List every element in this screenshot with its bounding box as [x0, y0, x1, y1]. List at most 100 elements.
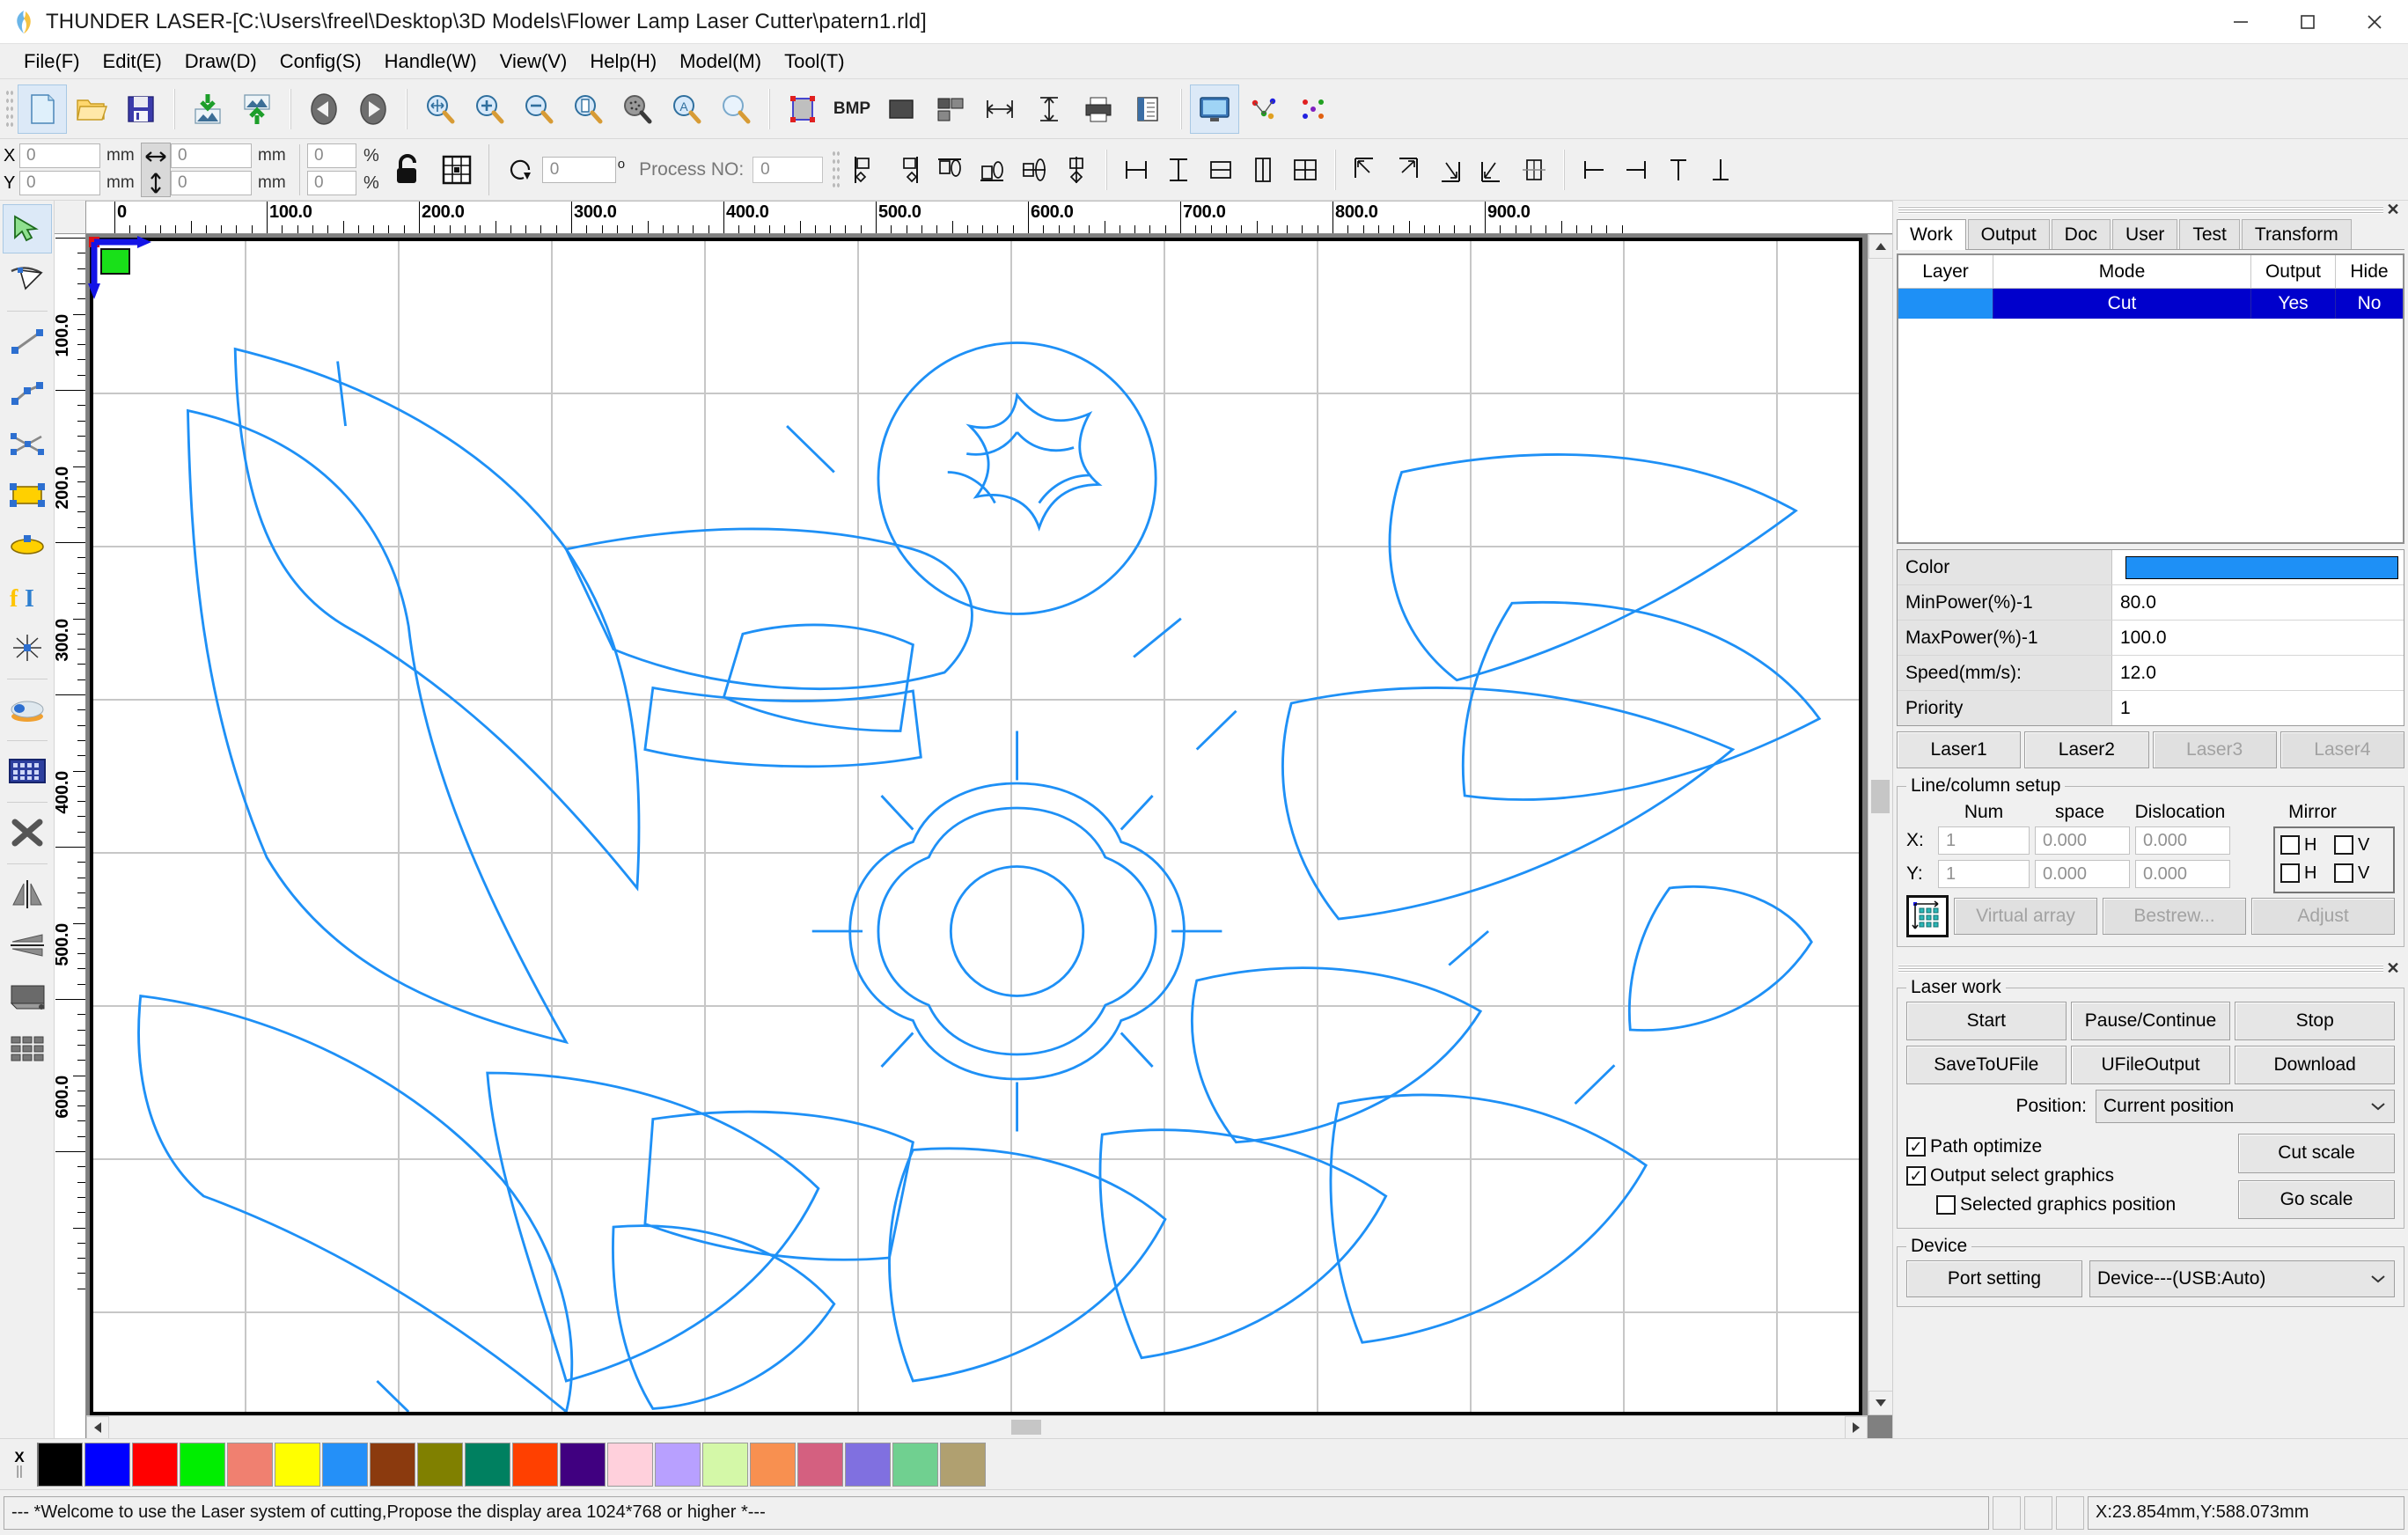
measure-horizontal-icon[interactable] — [975, 84, 1024, 134]
menu-handle[interactable]: Handle(W) — [373, 47, 488, 77]
ufile-output-button[interactable]: UFileOutput — [2070, 1046, 2231, 1084]
horizontal-scroll-track[interactable] — [109, 1416, 1845, 1438]
laser-work-panel-grip[interactable]: ✕ — [1897, 959, 2404, 977]
rotate-icon[interactable] — [500, 147, 542, 193]
new-file-icon[interactable] — [18, 84, 67, 134]
output-select-graphics-checkbox[interactable]: ✓ — [1906, 1165, 1926, 1186]
device-select[interactable]: Device---(USB:Auto) — [2089, 1260, 2395, 1297]
position-select[interactable]: Current position — [2096, 1090, 2395, 1123]
horizontal-scroll-thumb[interactable] — [1011, 1420, 1042, 1435]
dot-burst-tool[interactable] — [3, 623, 52, 672]
x-mirror-h-checkbox[interactable] — [2280, 835, 2300, 855]
origin-right-icon[interactable] — [1615, 147, 1657, 193]
property-value[interactable] — [2112, 550, 2404, 584]
height-input[interactable] — [171, 171, 252, 195]
scroll-right-icon[interactable] — [1845, 1416, 1868, 1438]
x-space-input[interactable] — [2035, 826, 2130, 855]
redo-arrow-icon[interactable] — [349, 84, 398, 134]
text-tool[interactable]: f I — [3, 572, 52, 621]
palette-swatch[interactable] — [37, 1442, 83, 1487]
table-row[interactable]: Cut Yes No — [1898, 289, 2403, 319]
laser2-button[interactable]: Laser2 — [2024, 731, 2149, 768]
close-laser-panel-icon[interactable]: ✕ — [2383, 959, 2403, 978]
scale-y-input[interactable] — [307, 171, 356, 195]
y-num-input[interactable] — [1938, 860, 2030, 888]
array-grid-tool[interactable] — [3, 746, 52, 796]
horizontal-scrollbar[interactable] — [86, 1415, 1868, 1438]
monitor-preview-icon[interactable] — [1190, 84, 1239, 134]
zoom-fit-icon[interactable] — [415, 84, 465, 134]
canvas-viewport[interactable] — [86, 234, 1892, 1438]
distribute-vertical-icon[interactable] — [1157, 147, 1200, 193]
palette-swatch[interactable] — [180, 1442, 225, 1487]
anchor-grid-icon[interactable] — [432, 145, 481, 195]
rectangle-tool[interactable] — [3, 470, 52, 519]
bounding-box-icon[interactable] — [778, 84, 827, 134]
save-to-ufile-button[interactable]: SaveToUFile — [1906, 1046, 2067, 1084]
palette-swatch[interactable] — [797, 1442, 843, 1487]
scale-x-input[interactable] — [307, 143, 356, 168]
horizontal-ruler[interactable]: 0 100.0 200.0 300.0 400.0 500.0 600.0 700.0 800.… — [86, 201, 1892, 234]
palette-swatch[interactable] — [607, 1442, 653, 1487]
tab-doc[interactable]: Doc — [2051, 219, 2111, 249]
menu-model[interactable]: Model(M) — [668, 47, 773, 77]
palette-swatch[interactable] — [417, 1442, 463, 1487]
x-mirror-v-checkbox[interactable] — [2334, 835, 2353, 855]
zoom-out-icon[interactable] — [514, 84, 563, 134]
bezier-tool[interactable] — [3, 419, 52, 468]
width-input[interactable] — [171, 143, 252, 168]
cut-scale-button[interactable]: Cut scale — [2238, 1134, 2395, 1173]
distribute-horizontal-icon[interactable] — [1115, 147, 1157, 193]
ellipse-tool[interactable] — [3, 521, 52, 570]
tab-output[interactable]: Output — [1967, 219, 2050, 249]
origin-bottom-icon[interactable] — [1700, 147, 1742, 193]
tab-transform[interactable]: Transform — [2241, 219, 2352, 249]
zoom-in-icon[interactable] — [465, 84, 514, 134]
import-image-icon[interactable] — [183, 84, 232, 134]
selected-graphics-position-option[interactable]: Selected graphics position — [1906, 1190, 2238, 1219]
node-edit-tool[interactable] — [3, 255, 52, 305]
selected-graphics-position-checkbox[interactable] — [1936, 1194, 1956, 1215]
menu-tool[interactable]: Tool(T) — [773, 47, 855, 77]
same-height-icon[interactable] — [1200, 147, 1242, 193]
property-value[interactable]: 12.0 — [2112, 656, 2404, 690]
align-center-vertical-icon[interactable] — [1013, 147, 1055, 193]
port-setting-button[interactable]: Port setting — [1906, 1260, 2082, 1297]
same-width-icon[interactable] — [1242, 147, 1284, 193]
snap-bottom-right-icon[interactable] — [1428, 147, 1471, 193]
delete-x-tool[interactable] — [3, 808, 52, 857]
download-button[interactable]: Download — [2235, 1046, 2396, 1084]
snap-center-icon[interactable] — [1513, 147, 1555, 193]
mirror-vertical-tool[interactable] — [3, 921, 52, 970]
origin-top-icon[interactable] — [1657, 147, 1700, 193]
polyline-tool[interactable] — [3, 368, 52, 417]
zoom-region-icon[interactable] — [711, 84, 760, 134]
mirror-horizontal-tool[interactable] — [3, 870, 52, 919]
rotate-input[interactable] — [541, 156, 616, 183]
cell-output[interactable]: Yes — [2251, 289, 2336, 319]
cell-mode[interactable]: Cut — [1993, 289, 2251, 319]
scroll-up-icon[interactable] — [1868, 234, 1892, 259]
grid-cells-tool[interactable] — [3, 1023, 52, 1072]
property-row-maxpower[interactable]: MaxPower(%)-1 100.0 — [1898, 620, 2404, 655]
process-no-input[interactable] — [752, 156, 824, 183]
close-panel-icon[interactable]: ✕ — [2383, 201, 2403, 219]
palette-swatch[interactable] — [322, 1442, 368, 1487]
scroll-down-icon[interactable] — [1868, 1391, 1892, 1415]
y-space-input[interactable] — [2035, 860, 2130, 888]
menu-help[interactable]: Help(H) — [578, 47, 668, 77]
flower-lamp-artwork[interactable] — [93, 241, 1859, 1412]
snap-top-left-icon[interactable] — [1344, 147, 1386, 193]
palette-swatch[interactable] — [512, 1442, 558, 1487]
palette-swatch[interactable] — [132, 1442, 178, 1487]
zoom-page-icon[interactable] — [563, 84, 613, 134]
platform-tool[interactable] — [3, 972, 52, 1021]
group-icon[interactable] — [926, 84, 975, 134]
palette-swatch[interactable] — [750, 1442, 796, 1487]
vertical-ruler[interactable]: 100.0 200.0 300.0 400.0 500.0 600.0 — [55, 234, 86, 1438]
align-center-horizontal-icon[interactable] — [1055, 147, 1098, 193]
palette-swatch[interactable] — [465, 1442, 510, 1487]
x-input[interactable] — [19, 143, 100, 168]
menu-edit[interactable]: Edit(E) — [92, 47, 173, 77]
undo-arrow-icon[interactable] — [299, 84, 349, 134]
